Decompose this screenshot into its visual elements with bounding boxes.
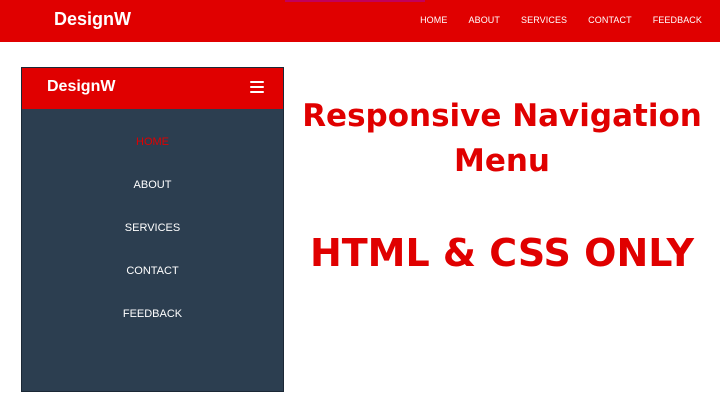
mobile-nav-contact[interactable]: CONTACT [126, 265, 178, 308]
desktop-navbar: DesignW HOME ABOUT SERVICES CONTACT FEED… [0, 0, 720, 42]
mobile-logo[interactable]: DesignW [47, 78, 115, 96]
mobile-nav-services[interactable]: SERVICES [125, 222, 180, 265]
mobile-nav: HOME ABOUT SERVICES CONTACT FEEDBACK [22, 136, 283, 351]
headline-line-3: HTML & CSS ONLY [309, 231, 695, 275]
desktop-nav-feedback[interactable]: FEEDBACK [653, 15, 702, 25]
hamburger-icon[interactable] [250, 81, 264, 93]
desktop-nav-services[interactable]: SERVICES [521, 15, 567, 25]
hamburger-bar [250, 86, 264, 88]
desktop-nav-about[interactable]: ABOUT [468, 15, 500, 25]
mobile-preview: DesignW HOME ABOUT SERVICES CONTACT FEED… [21, 67, 284, 392]
desktop-logo[interactable]: DesignW [54, 9, 131, 30]
mobile-nav-feedback[interactable]: FEEDBACK [123, 308, 182, 351]
mobile-nav-home[interactable]: HOME [136, 136, 169, 179]
desktop-nav: HOME ABOUT SERVICES CONTACT FEEDBACK [420, 15, 702, 25]
mobile-navbar: DesignW [22, 68, 283, 109]
desktop-nav-contact[interactable]: CONTACT [588, 15, 632, 25]
desktop-nav-home[interactable]: HOME [420, 15, 447, 25]
mobile-nav-about[interactable]: ABOUT [134, 179, 172, 222]
headline-line-2: Menu [453, 143, 550, 179]
hamburger-bar [250, 91, 264, 93]
top-accent-line [285, 0, 425, 2]
headline-line-1: Responsive Navigation [302, 98, 702, 134]
hamburger-bar [250, 81, 264, 83]
